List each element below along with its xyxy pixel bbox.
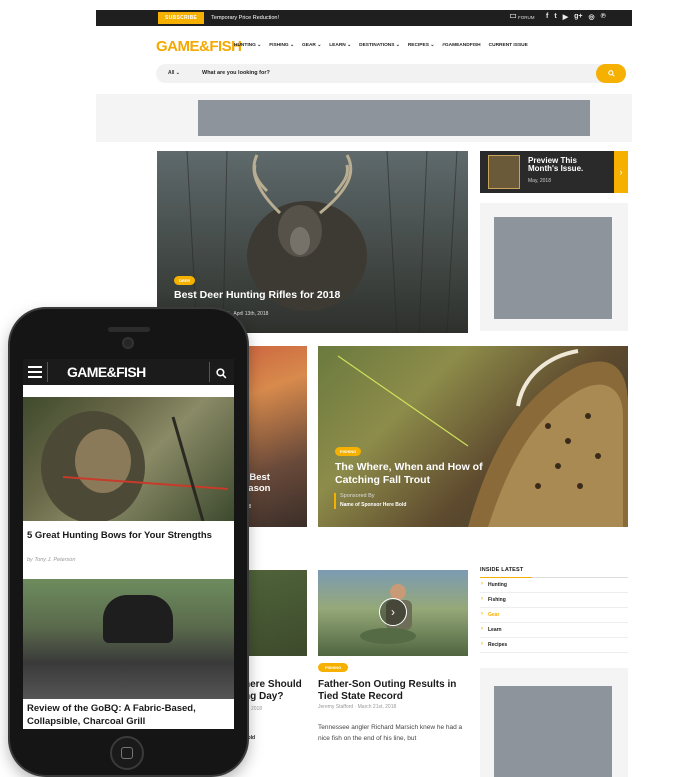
bowhunter-image (41, 411, 229, 523)
featured-article[interactable]: FISHING The Where, When and How of Catch… (318, 346, 628, 527)
side-ad-area (480, 668, 628, 777)
ad-placeholder[interactable] (198, 100, 590, 136)
article-title[interactable]: here Should ng Day? (244, 679, 314, 703)
article-image[interactable] (23, 397, 234, 523)
search-icon (607, 70, 615, 77)
inside-item-learn[interactable]: Learn (480, 623, 628, 638)
phone-mockup: GAME&FISH 5 Great Hunting Bows for Your … (10, 309, 247, 775)
featured-title[interactable]: The Where, When and How of Catching Fall… (335, 461, 505, 487)
nav-hunting[interactable]: HUNTING ⌄ (234, 43, 261, 48)
article-excerpt: Tennessee angler Richard Marsich knew he… (318, 724, 463, 742)
nav-hashtag[interactable]: #GAMEANDFISH (442, 43, 480, 48)
subscribe-button[interactable]: SUBSCRIBE (158, 12, 205, 24)
ad-placeholder[interactable] (494, 686, 612, 777)
sponsor-name: Name of Sponsor Here Bold (340, 502, 407, 508)
ad-banner-area (96, 94, 632, 142)
preview-date: May, 2018 (528, 178, 551, 184)
article-image[interactable] (23, 579, 234, 699)
nav-fishing[interactable]: FISHING ⌄ (269, 43, 294, 48)
sponsored-label: Sponsored By (340, 493, 375, 499)
phone-speaker (108, 327, 150, 332)
ad-placeholder[interactable] (494, 217, 612, 319)
youtube-icon[interactable]: ▶ (563, 13, 568, 21)
home-button[interactable] (110, 736, 144, 770)
deer-image (186, 151, 458, 333)
nav-learn[interactable]: LEARN ⌄ (329, 43, 351, 48)
trout-image (337, 349, 628, 527)
forum-label: FORUM (518, 14, 535, 20)
play-icon[interactable]: › (379, 598, 407, 626)
video-thumbnail[interactable]: › (318, 570, 468, 656)
category-badge[interactable]: FISHING (335, 447, 362, 456)
facebook-icon[interactable]: f (546, 13, 548, 21)
preview-title: Preview This Month's Issue. (528, 156, 584, 173)
category-badge[interactable]: FISHING (318, 663, 349, 672)
chevron-right-icon[interactable]: › (614, 151, 628, 193)
instagram-icon[interactable]: ◎ (588, 13, 594, 21)
hero-article[interactable]: DEER Best Deer Hunting Rifles for 2018 S… (157, 151, 468, 333)
mobile-header: GAME&FISH (23, 359, 234, 385)
mobile-screen: GAME&FISH 5 Great Hunting Bows for Your … (23, 359, 234, 729)
googleplus-icon[interactable]: g+ (574, 13, 582, 21)
issue-preview[interactable]: Preview This Month's Issue. May, 2018 › (480, 151, 628, 193)
nav-current-issue[interactable]: CURRENT ISSUE (489, 43, 528, 48)
inside-latest: INSIDE LATEST Hunting Fishing Gear Learn… (480, 567, 628, 653)
article-author: by Tony J. Peterson (27, 557, 76, 563)
nav-gear[interactable]: GEAR ⌄ (302, 43, 321, 48)
search-button[interactable] (596, 64, 626, 83)
phone-camera (122, 337, 134, 349)
side-ad-area (480, 203, 628, 331)
twitter-icon[interactable]: t (554, 13, 556, 21)
promo-link[interactable]: Temporary Price Reduction! (211, 15, 279, 21)
search-scope-select[interactable]: All ⌄ (168, 70, 180, 76)
inside-item-fishing[interactable]: Fishing (480, 593, 628, 608)
hero-title[interactable]: Best Deer Hunting Rifles for 2018 (174, 289, 340, 301)
sponsor-accent (334, 493, 336, 509)
divider (47, 362, 48, 382)
site-logo[interactable]: GAME&FISH (156, 38, 242, 55)
article-title[interactable]: Review of the GoBQ: A Fabric-Based, Coll… (27, 702, 227, 728)
category-badge[interactable]: DEER (174, 276, 196, 285)
nav-destinations[interactable]: DESTINATIONS ⌄ (359, 43, 400, 48)
inside-latest-heading: INSIDE LATEST (480, 567, 628, 578)
search-icon[interactable] (216, 366, 227, 384)
hamburger-menu-icon[interactable] (28, 366, 42, 378)
forum-link[interactable]: FORUM (510, 14, 535, 20)
nav-recipes[interactable]: RECIPES ⌄ (408, 43, 434, 48)
article-title[interactable]: Father-Son Outing Results in Tied State … (318, 679, 468, 703)
article-title: r Best eason (243, 472, 271, 494)
social-links: f t ▶ g+ ◎ ℗ (546, 13, 606, 21)
top-bar: SUBSCRIBE Temporary Price Reduction! FOR… (96, 10, 632, 26)
pinterest-icon[interactable]: ℗ (601, 13, 606, 21)
inside-item-gear[interactable]: Gear (480, 608, 628, 623)
article-meta: Jeremy Stafford · March 21st, 2018 (318, 704, 397, 710)
magazine-cover (488, 155, 520, 189)
article-title[interactable]: 5 Great Hunting Bows for Your Strengths (27, 529, 227, 542)
divider (209, 362, 210, 382)
search-input[interactable]: What are you looking for? (202, 70, 270, 76)
grill-image (103, 595, 173, 643)
inside-item-recipes[interactable]: Recipes (480, 638, 628, 653)
chat-icon (510, 14, 517, 20)
main-nav: HUNTING ⌄ FISHING ⌄ GEAR ⌄ LEARN ⌄ DESTI… (234, 43, 528, 48)
mobile-logo[interactable]: GAME&FISH (67, 364, 146, 380)
inside-item-hunting[interactable]: Hunting (480, 578, 628, 593)
search-bar: All ⌄ What are you looking for? (156, 64, 626, 83)
